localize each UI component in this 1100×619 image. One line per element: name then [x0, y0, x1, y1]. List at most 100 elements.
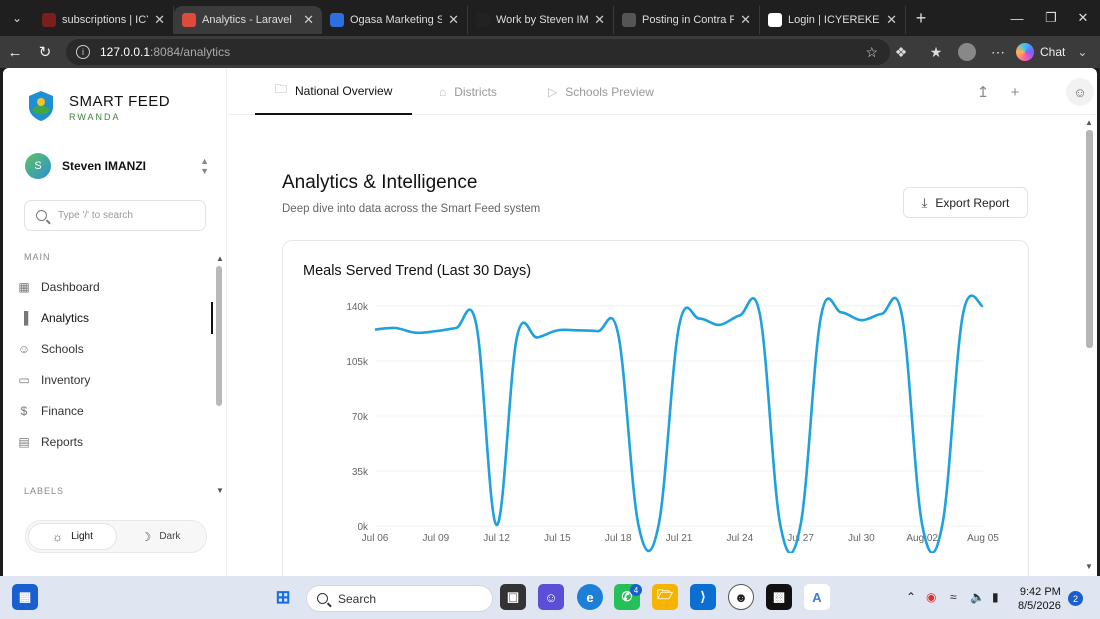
favorites-icon[interactable]: ★ — [921, 36, 951, 68]
browser-tab[interactable]: subscriptions | ICYEREKEZO ✕ — [34, 6, 174, 34]
sidebar-item-reports[interactable]: ▤ Reports — [17, 428, 213, 456]
brand-name: SMART FEED — [69, 93, 171, 110]
data-point — [495, 523, 499, 527]
notification-count-badge[interactable]: 2 — [1068, 591, 1083, 606]
data-point — [576, 328, 580, 332]
sidebar-item-analytics[interactable]: ▐ Analytics — [17, 304, 213, 332]
chevron-down-icon[interactable]: ⌄ — [1077, 45, 1087, 59]
chart-title: Meals Served Trend (Last 30 Days) — [303, 263, 532, 279]
restore-icon[interactable]: ❐ — [1034, 0, 1068, 36]
scroll-down-arrow-icon[interactable]: ▼ — [216, 486, 224, 495]
tab-districts[interactable]: ⌂ Districts — [439, 68, 497, 115]
close-window-icon[interactable]: ✕ — [1066, 0, 1100, 36]
taskbar-clock[interactable]: 9:42 PM 8/5/2026 — [1018, 585, 1061, 613]
data-point — [940, 522, 944, 526]
app-a-icon[interactable]: A — [804, 584, 830, 610]
page-subtitle: Deep dive into data across the Smart Fee… — [282, 203, 541, 215]
x-tick-label: Jul 09 — [422, 533, 449, 544]
sidebar-item-inventory[interactable]: ▭ Inventory — [17, 366, 213, 394]
tab-title: Work by Steven IMANZI — [496, 14, 589, 26]
battery-icon[interactable]: ▮ — [992, 590, 999, 604]
user-profile-icon[interactable]: ☺ — [1066, 78, 1094, 106]
y-tick-label: 105k — [346, 357, 369, 368]
browser-tab[interactable]: Posting in Contra Portfolio ✕ — [614, 6, 760, 34]
browser-tab-bar: ⌄ subscriptions | ICYEREKEZO✕Analytics -… — [0, 0, 1100, 36]
back-button[interactable]: ← — [0, 36, 30, 68]
favorite-star-icon[interactable]: ☆ — [865, 44, 878, 61]
plus-icon[interactable]: + — [1005, 82, 1025, 102]
tab-national-overview[interactable]: 🗀 National Overview — [255, 68, 413, 115]
meals-served-line-chart: 0k 35k 70k 105k 140k Jul 06 Jul 09 Jul 12 Jul 15… — [346, 294, 999, 553]
browser-tab[interactable]: Analytics - Laravel ✕ — [174, 6, 322, 34]
chevron-updown-icon: ▲ ▼ — [200, 156, 209, 176]
search-input[interactable]: Type '/' to search — [24, 200, 206, 231]
copilot-chat-button[interactable]: Chat ⌄ — [1016, 40, 1087, 64]
section-label-labels: LABELS — [24, 486, 65, 496]
theme-toggle: ☼ Light ☽ Dark — [25, 520, 207, 553]
moon-icon: ☽ — [140, 529, 152, 544]
minimize-icon[interactable]: — — [1000, 0, 1034, 36]
avatar: S — [25, 153, 51, 179]
taskbar-search[interactable]: Search — [306, 585, 493, 612]
tray-chevron-up-icon[interactable]: ⌃ — [906, 590, 916, 604]
refresh-button[interactable]: ↻ — [30, 36, 60, 68]
github-desktop-icon[interactable]: ☻ — [728, 584, 754, 610]
data-point — [839, 310, 843, 314]
page-scrollbar[interactable] — [1086, 130, 1093, 348]
x-tick-label: Aug 05 — [967, 533, 999, 544]
browser-tab[interactable]: Work by Steven IMANZI ✕ — [468, 6, 614, 34]
close-tab-icon[interactable]: ✕ — [448, 12, 459, 28]
site-info-icon[interactable]: i — [76, 45, 90, 59]
start-menu-icon[interactable]: ⊞ — [270, 584, 296, 610]
extensions-icon[interactable]: ❖ — [886, 36, 916, 68]
tab-title: Analytics - Laravel — [202, 14, 292, 26]
task-view-icon[interactable]: ▣ — [500, 584, 526, 610]
x-tick-label: Jul 06 — [362, 533, 389, 544]
browser-tab[interactable]: Ogasa Marketing Strategy ✕ — [322, 6, 468, 34]
theme-dark-button[interactable]: ☽ Dark — [117, 523, 204, 550]
close-tab-icon[interactable]: ✕ — [303, 12, 314, 28]
url-host: 127.0.0.1 — [100, 45, 151, 59]
x-tick-label: Jul 30 — [848, 533, 875, 544]
widgets-icon[interactable]: ▦ — [12, 584, 38, 610]
tray-recording-icon[interactable]: ◉ — [926, 590, 936, 604]
vscode-icon[interactable]: ⟩ — [690, 584, 716, 610]
y-tick-label: 140k — [346, 302, 369, 313]
page-scroll-down-icon[interactable]: ▼ — [1085, 562, 1093, 571]
sidebar-item-dashboard[interactable]: ▦ Dashboard — [17, 273, 213, 301]
terminal-icon[interactable]: ▩ — [766, 584, 792, 610]
user-switcher[interactable]: S Steven IMANZI ▲ ▼ — [25, 152, 209, 180]
close-tab-icon[interactable]: ✕ — [154, 12, 165, 28]
data-point — [515, 335, 519, 339]
tab-actions-menu-icon[interactable]: ⌄ — [0, 0, 34, 36]
edge-browser-icon[interactable]: e — [577, 584, 603, 610]
sidebar-item-label: Finance — [41, 404, 84, 418]
new-tab-button[interactable]: + — [906, 0, 936, 36]
chat-app-icon[interactable]: ☺ — [538, 584, 564, 610]
close-tab-icon[interactable]: ✕ — [594, 12, 605, 28]
url-field[interactable]: i 127.0.0.1:8084/analytics ☆ — [66, 39, 890, 65]
data-point — [961, 313, 965, 317]
sidebar-item-schools[interactable]: ☺ Schools — [17, 335, 213, 363]
upload-icon[interactable]: ↥ — [973, 82, 993, 102]
wifi-icon[interactable]: ≈ — [950, 590, 957, 604]
sidebar-item-finance[interactable]: $ Finance — [17, 397, 213, 425]
page-scroll-up-icon[interactable]: ▲ — [1085, 118, 1093, 127]
dollar-icon: $ — [20, 404, 28, 418]
close-tab-icon[interactable]: ✕ — [886, 12, 897, 28]
browser-tab[interactable]: Login | ICYEREKEZO Capital ✕ — [760, 6, 906, 34]
tab-title: subscriptions | ICYEREKEZO — [62, 14, 148, 26]
file-explorer-icon[interactable]: 🗁 — [652, 584, 678, 610]
building-icon: ⌂ — [439, 84, 447, 99]
export-report-button[interactable]: ⤓ Export Report — [903, 187, 1028, 218]
sidebar-scrollbar[interactable] — [216, 266, 222, 406]
volume-icon[interactable]: 🔈 — [970, 590, 985, 604]
x-tick-label: Jul 27 — [787, 533, 814, 544]
profile-avatar-icon[interactable] — [952, 36, 982, 68]
theme-light-button[interactable]: ☼ Light — [28, 523, 117, 550]
more-options-icon[interactable]: ⋯ — [983, 36, 1013, 68]
tab-schools-preview[interactable]: ▷ Schools Preview — [548, 68, 654, 115]
close-tab-icon[interactable]: ✕ — [740, 12, 751, 28]
taskbar-search-label: Search — [338, 591, 377, 606]
scroll-up-arrow-icon[interactable]: ▲ — [216, 254, 224, 263]
